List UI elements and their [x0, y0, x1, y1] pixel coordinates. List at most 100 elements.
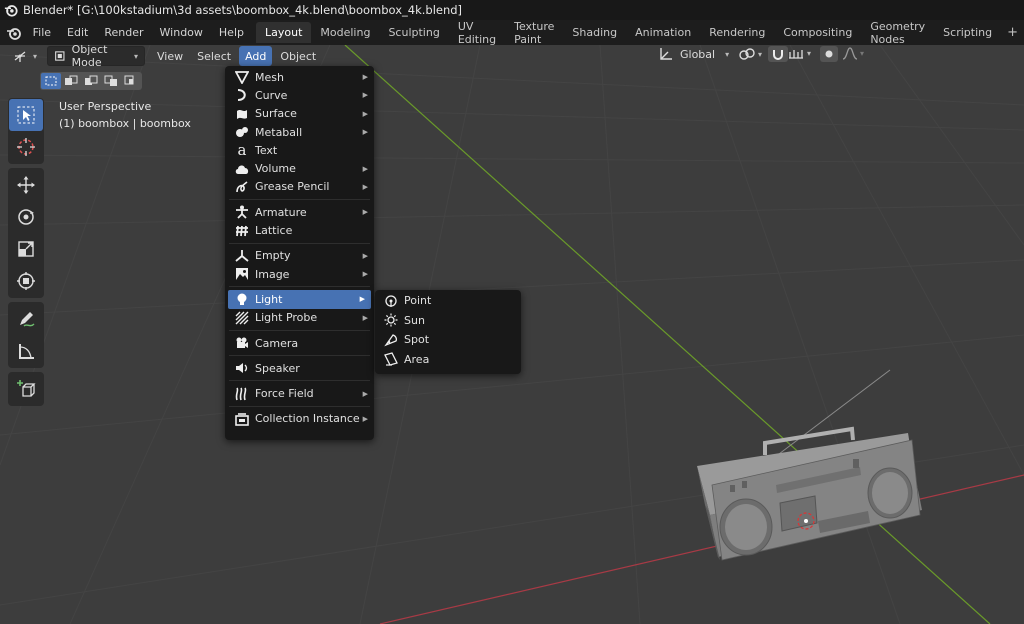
pivot-point-dropdown[interactable]: ▾ [738, 46, 762, 62]
add-menu-item-label: Surface [255, 107, 297, 121]
add-menu-item-armature[interactable]: Armature ▶ [225, 203, 374, 221]
menu-edit[interactable]: Edit [59, 23, 96, 42]
add-menu-item-image[interactable]: Image ▶ [225, 265, 374, 283]
orientation-icon [660, 48, 672, 60]
add-menu-item-label: Collection Instance [255, 412, 360, 426]
armature-icon [234, 204, 250, 220]
snap-toggle[interactable] [768, 46, 788, 62]
falloff-dropdown[interactable]: ▾ [842, 46, 864, 60]
menu-object[interactable]: Object [274, 46, 322, 66]
sun-light-icon [383, 312, 399, 328]
select-set-new-button[interactable] [41, 73, 61, 89]
editor-type-button[interactable]: ▾ [6, 46, 43, 66]
select-subtract-icon [85, 75, 98, 85]
add-workspace-button[interactable]: + [1001, 21, 1024, 44]
surface-icon [234, 106, 250, 122]
add-menu-item-label: Light [255, 292, 283, 306]
add-menu-item-light[interactable]: Light ▶ [228, 290, 371, 309]
menu-render[interactable]: Render [96, 23, 151, 42]
curve-icon [234, 87, 250, 103]
add-menu: Mesh ▶ Curve ▶ Surface ▶ Metaball ▶ a Te… [225, 66, 374, 440]
add-menu-item-label: Speaker [255, 361, 300, 375]
menu-add[interactable]: Add [239, 46, 273, 66]
point-light-icon [383, 293, 399, 309]
add-menu-item-curve[interactable]: Curve ▶ [225, 86, 374, 104]
add-menu-item-text[interactable]: a Text [225, 141, 374, 159]
add-cube-icon [17, 380, 36, 397]
top-bar: File Edit Render Window Help Layout Mode… [0, 20, 1024, 46]
tab-layout[interactable]: Layout [255, 22, 312, 43]
annotate-tool[interactable] [9, 303, 43, 335]
add-menu-item-lattice[interactable]: Lattice [225, 221, 374, 239]
add-menu-item-collection-instance[interactable]: Collection Instance ▶ [225, 410, 374, 428]
axes-icon [14, 51, 26, 62]
chevron-down-icon: ▾ [33, 51, 38, 61]
metaball-icon [234, 124, 250, 140]
cursor-tool[interactable] [9, 131, 43, 163]
blender-menu-button[interactable] [6, 23, 23, 43]
tab-compositing[interactable]: Compositing [774, 22, 861, 43]
tab-scripting[interactable]: Scripting [934, 22, 1001, 43]
select-intersect-button[interactable] [121, 73, 141, 89]
add-menu-item-empty[interactable]: Empty ▶ [225, 247, 374, 265]
add-menu-item-surface[interactable]: Surface ▶ [225, 105, 374, 123]
light-submenu-item-sun[interactable]: Sun [375, 311, 521, 331]
add-menu-item-camera[interactable]: Camera [225, 334, 374, 352]
light-submenu-item-label: Spot [404, 333, 430, 347]
light-submenu-item-spot[interactable]: Spot [375, 330, 521, 350]
add-menu-item-label: Camera [255, 336, 299, 350]
menu-help[interactable]: Help [211, 23, 252, 42]
boombox-model[interactable] [697, 426, 922, 561]
x-axis-line [379, 474, 1024, 624]
add-menu-item-speaker[interactable]: Speaker [225, 359, 374, 377]
menu-view[interactable]: View [151, 46, 189, 66]
select-subtract-button[interactable] [81, 73, 101, 89]
select-extend-button[interactable] [61, 73, 81, 89]
add-cube-tool[interactable] [9, 373, 43, 405]
tab-modeling[interactable]: Modeling [311, 22, 379, 43]
rotate-icon [18, 209, 34, 225]
select-box-tool[interactable] [9, 99, 43, 131]
submenu-arrow-icon: ▶ [362, 182, 368, 191]
blender-logo-icon [7, 27, 22, 40]
rotate-tool[interactable] [9, 201, 43, 233]
falloff-curve-icon [842, 47, 858, 60]
measure-tool[interactable] [9, 335, 43, 367]
submenu-arrow-icon: ▶ [362, 109, 368, 118]
scale-tool[interactable] [9, 233, 43, 265]
submenu-arrow-icon: ▶ [362, 164, 368, 173]
tab-rendering[interactable]: Rendering [700, 22, 774, 43]
text-icon: a [237, 141, 247, 160]
collection-instance-icon [234, 411, 250, 427]
mode-dropdown[interactable]: Object Mode ▾ [47, 43, 146, 69]
proportional-edit-toggle[interactable] [820, 46, 838, 62]
transform-orientation-dropdown[interactable]: Global ▾ [658, 46, 729, 62]
menu-window[interactable]: Window [152, 23, 211, 42]
add-menu-item-mesh[interactable]: Mesh ▶ [225, 68, 374, 86]
add-menu-item-light-probe[interactable]: Light Probe ▶ [225, 309, 374, 327]
select-invert-button[interactable] [101, 73, 121, 89]
light-submenu-item-label: Point [404, 294, 432, 308]
light-submenu-item-area[interactable]: Area [375, 350, 521, 370]
add-menu-item-force-field[interactable]: Force Field ▶ [225, 384, 374, 402]
tab-sculpting[interactable]: Sculpting [379, 22, 448, 43]
chevron-down-icon: ▾ [807, 48, 812, 58]
tab-shading[interactable]: Shading [563, 22, 626, 43]
link-icon [739, 48, 755, 60]
select-intersect-icon [124, 75, 134, 85]
snap-target-dropdown[interactable]: ▾ [788, 46, 811, 60]
tab-animation[interactable]: Animation [626, 22, 700, 43]
add-menu-item-volume[interactable]: Volume ▶ [225, 159, 374, 177]
menu-file[interactable]: File [25, 23, 59, 42]
chevron-down-icon: ▾ [725, 49, 730, 59]
menu-separator [229, 199, 370, 201]
move-tool[interactable] [9, 169, 43, 201]
menu-select[interactable]: Select [191, 46, 237, 66]
add-menu-item-label: Armature [255, 205, 307, 219]
add-menu-item-grease-pencil[interactable]: Grease Pencil ▶ [225, 178, 374, 196]
transform-tool[interactable] [9, 265, 43, 297]
add-menu-item-metaball[interactable]: Metaball ▶ [225, 123, 374, 141]
light-submenu-item-point[interactable]: Point [375, 291, 521, 311]
move-icon [17, 176, 35, 194]
menu-separator [229, 380, 370, 382]
